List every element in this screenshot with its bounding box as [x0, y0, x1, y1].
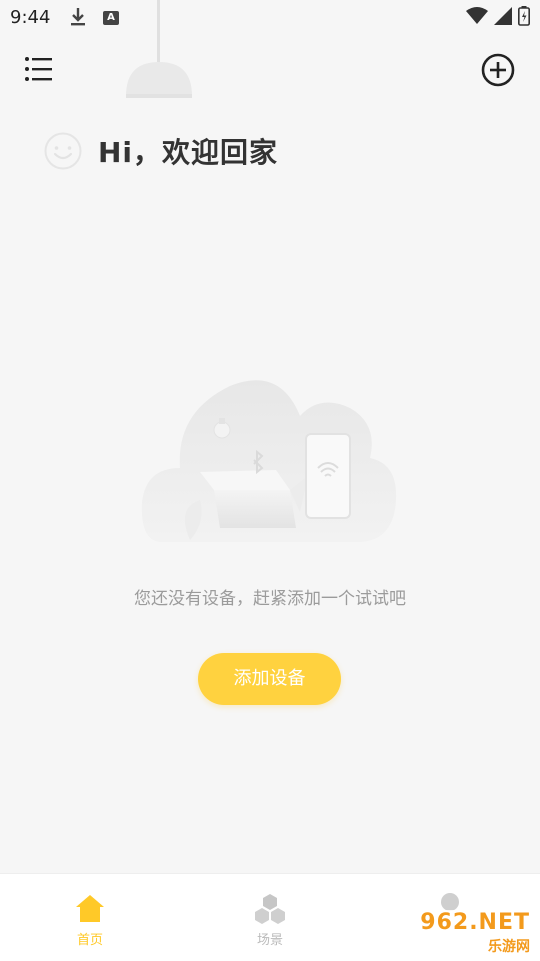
- nav-item-scene[interactable]: 场景: [220, 892, 320, 948]
- watermark-logo: 962.NET 乐游网: [400, 910, 534, 955]
- page-title: Hi，欢迎回家: [98, 136, 279, 169]
- nav-label-home: 首页: [76, 933, 103, 948]
- app-badge-icon: A: [103, 11, 119, 25]
- nav-item-home[interactable]: 首页: [40, 892, 140, 948]
- home-icon: [74, 892, 106, 928]
- status-time: 9:44: [10, 7, 51, 28]
- status-bar: 9:44 A: [0, 0, 540, 36]
- add-device-button[interactable]: 添加设备: [198, 653, 341, 705]
- greeting: Hi，欢迎回家: [44, 128, 278, 174]
- download-icon: [70, 7, 86, 31]
- add-circle-icon[interactable]: [480, 52, 516, 88]
- lamp-decoration: [124, 0, 194, 104]
- scene-icon: [254, 892, 286, 928]
- watermark-bottom: 乐游网: [488, 939, 530, 955]
- status-icons: [466, 6, 530, 30]
- battery-icon: [518, 6, 530, 30]
- wifi-icon: [466, 7, 488, 29]
- signal-icon: [494, 7, 512, 29]
- nav-label-scene: 场景: [256, 933, 283, 948]
- watermark-top: 962.NET: [420, 910, 530, 935]
- smile-icon: [44, 132, 82, 170]
- menu-icon[interactable]: [24, 54, 54, 84]
- watermark-box: 962.NET 乐游网: [402, 910, 534, 955]
- cloud-device-illustration: [140, 372, 400, 552]
- empty-state-message: 您还没有设备，赶紧添加一个试试吧: [134, 589, 406, 609]
